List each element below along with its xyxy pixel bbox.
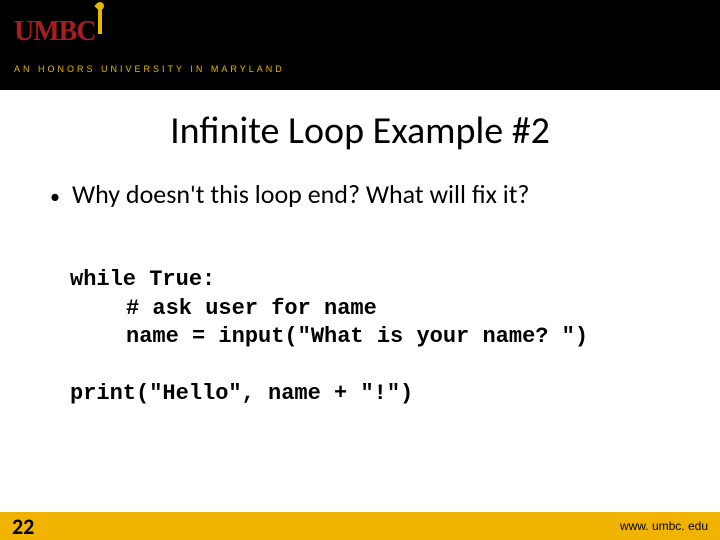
- slide-number: 22: [12, 513, 34, 540]
- bullet-text: Why doesn't this loop end? What will fix…: [72, 178, 530, 210]
- code-line-3: name = input("What is your name? "): [70, 323, 720, 352]
- code-line-2: # ask user for name: [70, 295, 720, 324]
- logo-letter-u: U: [14, 16, 33, 47]
- bullet-marker: •: [50, 185, 60, 209]
- code-block: while True: # ask user for name name = i…: [0, 266, 720, 408]
- tagline: AN HONORS UNIVERSITY IN MARYLAND: [14, 64, 285, 74]
- bullet-area: • Why doesn't this loop end? What will f…: [0, 178, 720, 210]
- logo-letter-b: B: [59, 16, 77, 47]
- code-line-4: print("Hello", name + "!"): [70, 380, 720, 409]
- footer-bar: 22 www. umbc. edu: [0, 512, 720, 540]
- torch-icon: [98, 8, 102, 34]
- logo-letter-m: M: [33, 16, 58, 47]
- slide-title: Infinite Loop Example #2: [0, 108, 720, 154]
- code-line-1: while True:: [70, 266, 720, 295]
- header-bar: UMBC AN HONORS UNIVERSITY IN MARYLAND: [0, 0, 720, 90]
- footer-url: www. umbc. edu: [620, 519, 708, 533]
- umbc-logo: UMBC: [14, 14, 104, 48]
- bullet-line: • Why doesn't this loop end? What will f…: [50, 178, 700, 210]
- logo-letter-c: C: [76, 16, 95, 47]
